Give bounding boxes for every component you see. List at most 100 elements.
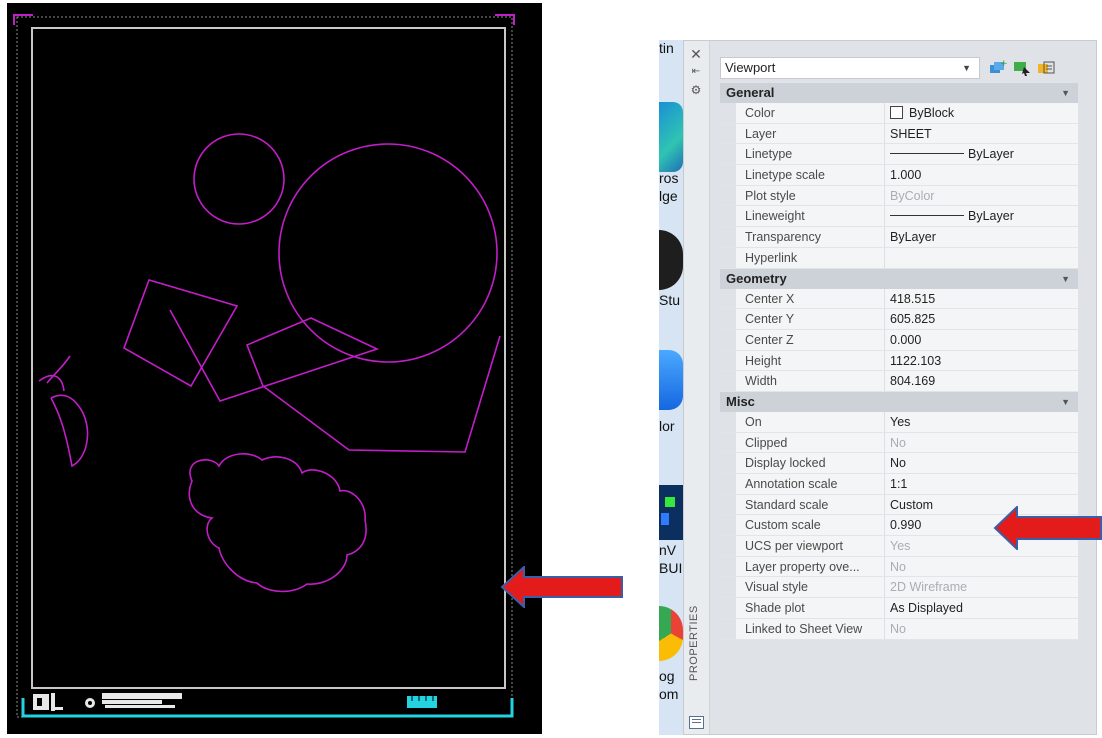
property-row[interactable]: Layer property ove... No xyxy=(720,556,1078,578)
property-row[interactable]: Visual style 2D Wireframe xyxy=(720,577,1078,599)
property-value-text: Yes xyxy=(890,539,911,554)
column-divider xyxy=(884,123,885,144)
column-divider xyxy=(884,350,885,371)
property-value[interactable]: No xyxy=(890,619,906,639)
property-row[interactable]: Center X 418.515 xyxy=(720,288,1078,310)
row-gutter xyxy=(720,556,736,577)
property-value[interactable]: 804.169 xyxy=(890,371,935,391)
property-value[interactable]: As Displayed xyxy=(890,598,963,618)
property-row[interactable]: Display locked No xyxy=(720,453,1078,474)
property-value[interactable]: Yes xyxy=(890,412,910,432)
collapse-arrow-icon[interactable]: ▼ xyxy=(1061,83,1070,103)
property-value-text: SHEET xyxy=(890,126,932,141)
palette-menu-icon[interactable] xyxy=(689,716,704,729)
property-row[interactable]: Transparency ByLayer xyxy=(720,227,1078,248)
column-divider xyxy=(884,453,885,473)
property-value[interactable]: 0.990 xyxy=(890,515,921,535)
app-icon[interactable] xyxy=(659,350,683,410)
property-value-text: No xyxy=(890,456,906,471)
column-divider xyxy=(884,618,885,639)
property-value[interactable]: ByLayer xyxy=(890,227,936,247)
cad-drawing-area[interactable] xyxy=(7,3,542,734)
property-row[interactable]: Linetype ByLayer xyxy=(720,144,1078,166)
property-name: Height xyxy=(745,353,782,368)
category-misc[interactable]: Misc ▼ xyxy=(720,391,1078,412)
row-gutter xyxy=(720,144,736,165)
column-divider xyxy=(884,144,885,165)
property-value[interactable]: 2D Wireframe xyxy=(890,577,967,597)
property-value[interactable]: No xyxy=(890,453,906,473)
cad-canvas[interactable] xyxy=(7,3,542,734)
property-row[interactable]: On Yes xyxy=(720,411,1078,433)
edge-browser-icon[interactable] xyxy=(659,102,683,172)
line-preview xyxy=(890,215,964,217)
column-divider xyxy=(884,329,885,350)
property-row[interactable]: Width 804.169 xyxy=(720,371,1078,392)
property-value[interactable]: ByColor xyxy=(890,186,934,206)
property-value[interactable]: ByLayer xyxy=(890,144,1014,164)
property-value[interactable]: ByBlock xyxy=(890,103,954,123)
object-type-dropdown[interactable]: Viewport ▼ xyxy=(720,57,980,79)
property-value[interactable]: 418.515 xyxy=(890,289,935,309)
property-value[interactable]: ByLayer xyxy=(890,206,1014,226)
quick-select-icon[interactable] xyxy=(1036,59,1056,77)
property-value[interactable]: No xyxy=(890,433,906,453)
property-value[interactable]: 0.000 xyxy=(890,330,921,350)
palette-title-bar[interactable]: ✕ ⇤ ⚙ PROPERTIES xyxy=(684,41,710,734)
auto-hide-icon[interactable]: ⇤ xyxy=(689,65,703,79)
property-row[interactable]: Height 1122.103 xyxy=(720,350,1078,372)
quadrilateral-shape xyxy=(123,279,239,388)
property-value-text: 1122.103 xyxy=(890,353,942,368)
property-row[interactable]: Color ByBlock xyxy=(720,103,1078,124)
property-row[interactable]: Center Z 0.000 xyxy=(720,329,1078,351)
chrome-browser-icon[interactable] xyxy=(659,606,683,661)
cloud-shape xyxy=(188,453,367,593)
property-value-text: 418.515 xyxy=(890,291,936,306)
row-gutter xyxy=(720,474,736,494)
collapse-arrow-icon[interactable]: ▼ xyxy=(1061,269,1070,289)
properties-palette[interactable]: ✕ ⇤ ⚙ PROPERTIES Viewport ▼ + General ▼ Co… xyxy=(683,40,1097,735)
property-value[interactable]: SHEET xyxy=(890,124,932,144)
property-row[interactable]: Linked to Sheet View No xyxy=(720,618,1078,640)
property-value[interactable]: 1122.103 xyxy=(890,351,941,371)
property-row[interactable]: Center Y 605.825 xyxy=(720,309,1078,330)
column-divider xyxy=(884,411,885,432)
category-geometry[interactable]: Geometry ▼ xyxy=(720,268,1078,289)
app-icon[interactable] xyxy=(659,485,683,540)
column-divider xyxy=(884,371,885,391)
settings-icon[interactable]: ⚙ xyxy=(689,83,703,97)
row-gutter xyxy=(720,598,736,618)
property-value-text: No xyxy=(890,621,906,636)
property-row[interactable]: Annotation scale 1:1 xyxy=(720,474,1078,495)
desktop-label-fragment: og xyxy=(659,668,675,684)
collapse-arrow-icon[interactable]: ▼ xyxy=(1061,392,1070,412)
property-row[interactable]: Linetype scale 1.000 xyxy=(720,165,1078,186)
property-value[interactable]: 1.000 xyxy=(890,165,921,185)
obs-studio-icon[interactable] xyxy=(659,230,683,290)
toggle-pickadd-icon[interactable]: + xyxy=(988,59,1008,77)
select-objects-icon[interactable] xyxy=(1012,59,1032,77)
small-circle xyxy=(193,133,285,225)
property-value[interactable]: No xyxy=(890,557,906,577)
property-value[interactable]: Yes xyxy=(890,536,910,556)
close-icon[interactable]: ✕ xyxy=(689,47,703,61)
color-swatch xyxy=(890,106,903,119)
property-row[interactable]: Lineweight ByLayer xyxy=(720,206,1078,228)
property-value[interactable]: 1:1 xyxy=(890,474,907,494)
category-general[interactable]: General ▼ xyxy=(720,83,1078,103)
property-row[interactable]: Layer SHEET xyxy=(720,123,1078,145)
property-value[interactable]: Custom xyxy=(890,495,933,515)
property-row[interactable]: Plot style ByColor xyxy=(720,185,1078,207)
property-value-text: 2D Wireframe xyxy=(890,580,968,595)
row-gutter xyxy=(720,329,736,350)
property-row[interactable]: Clipped No xyxy=(720,432,1078,454)
red-arrow-left-palette xyxy=(993,506,1102,550)
property-name: Hyperlink xyxy=(745,250,798,265)
category-label: Misc xyxy=(726,393,755,409)
property-row[interactable]: Shade plot As Displayed xyxy=(720,598,1078,619)
property-name: Display locked xyxy=(745,456,826,471)
row-gutter xyxy=(720,618,736,639)
property-value[interactable]: 605.825 xyxy=(890,309,935,329)
row-gutter xyxy=(720,536,736,556)
property-row[interactable]: Hyperlink xyxy=(720,247,1078,269)
